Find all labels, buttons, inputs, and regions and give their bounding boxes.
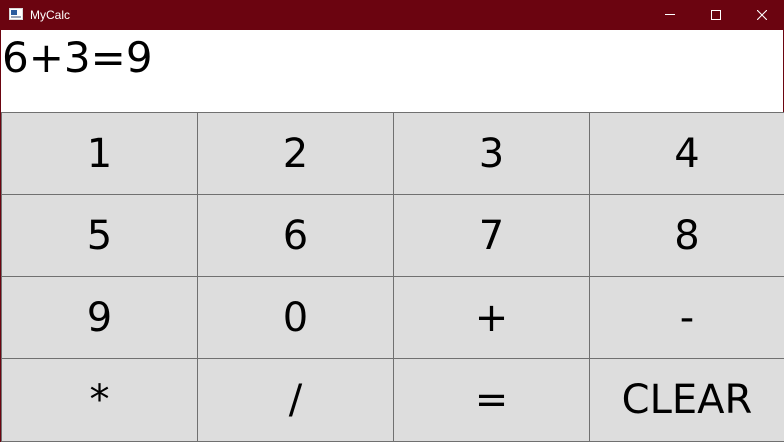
key-0-button[interactable]: 0	[197, 276, 394, 359]
minus-button[interactable]: -	[589, 276, 784, 359]
close-button[interactable]	[739, 0, 784, 30]
keypad: 1 2 3 4 5 6 7 8 9 0 + - * / = CLEAR	[1, 112, 784, 442]
key-9-button[interactable]: 9	[1, 276, 198, 359]
key-2-button[interactable]: 2	[197, 112, 394, 195]
key-label: 5	[86, 212, 113, 259]
key-4-button[interactable]: 4	[589, 112, 784, 195]
divide-button[interactable]: /	[197, 358, 394, 442]
key-label: *	[89, 377, 110, 423]
key-label: 7	[478, 212, 505, 259]
key-label: CLEAR	[621, 377, 753, 423]
plus-button[interactable]: +	[393, 276, 590, 359]
minimize-icon	[665, 14, 675, 15]
key-label: +	[474, 294, 509, 341]
close-icon	[757, 10, 767, 20]
key-label: 6	[282, 212, 309, 259]
key-label: 2	[282, 130, 309, 177]
multiply-button[interactable]: *	[1, 358, 198, 442]
window-title: MyCalc	[30, 8, 71, 22]
key-label: =	[474, 377, 509, 423]
key-8-button[interactable]: 8	[589, 194, 784, 277]
title-bar[interactable]: MyCalc	[1, 0, 784, 30]
key-7-button[interactable]: 7	[393, 194, 590, 277]
key-5-button[interactable]: 5	[1, 194, 198, 277]
key-label: 9	[86, 294, 113, 341]
key-6-button[interactable]: 6	[197, 194, 394, 277]
maximize-button[interactable]	[693, 0, 739, 30]
key-label: 3	[478, 130, 505, 177]
key-label: 1	[86, 130, 113, 177]
key-label: /	[288, 377, 303, 423]
key-label: 0	[282, 294, 309, 341]
clear-button[interactable]: CLEAR	[589, 358, 784, 442]
calculator-window: MyCalc 6+3=9 1 2 3 4 5 6 7 8 9 0 + - * /…	[0, 0, 784, 442]
calculator-display: 6+3=9	[1, 30, 783, 112]
key-1-button[interactable]: 1	[1, 112, 198, 195]
equals-button[interactable]: =	[393, 358, 590, 442]
app-window-icon	[9, 8, 23, 20]
key-label: 4	[674, 130, 700, 177]
maximize-icon	[711, 10, 721, 20]
display-text: 6+3=9	[2, 33, 153, 82]
minimize-button[interactable]	[647, 0, 693, 30]
key-label: 8	[674, 212, 700, 259]
key-label: -	[679, 294, 695, 341]
key-3-button[interactable]: 3	[393, 112, 590, 195]
